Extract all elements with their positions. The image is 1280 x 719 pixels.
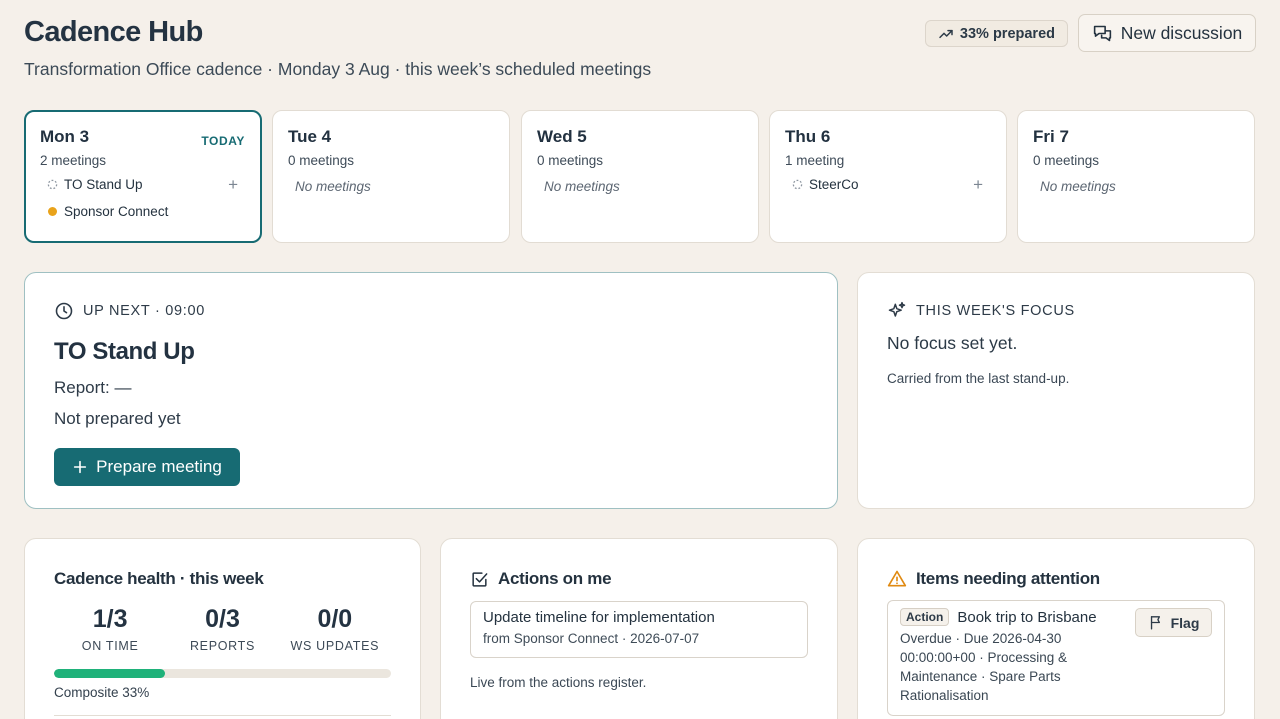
prepare-meeting-button[interactable]: Prepare meeting — [54, 448, 240, 486]
metric-label: REPORTS — [189, 639, 256, 653]
focus-sub: Carried from the last stand-up. — [887, 371, 1070, 386]
metric-on-time: 1/3 ON TIME — [54, 605, 166, 653]
meeting-title: Sponsor Connect — [64, 204, 169, 219]
day-card-tue[interactable]: Tue 4 0 meetings No meetings — [272, 110, 510, 243]
day-name: Tue 4 — [288, 127, 332, 146]
up-next-time: UP NEXT · 09:00 — [83, 303, 205, 319]
prepared-badge-label: 33% prepared — [959, 25, 1055, 42]
metric-label: WS UPDATES — [290, 639, 380, 653]
chat-bubbles-icon — [1093, 25, 1111, 41]
clock-icon — [55, 302, 73, 320]
attention-item-desc: Overdue · Due 2026-04-30 00:00:00+00 · P… — [900, 631, 1067, 703]
day-meeting-count: 0 meetings — [537, 153, 604, 168]
plus-icon — [74, 460, 87, 474]
day-meeting-count: 1 meeting — [785, 153, 845, 168]
metric-value: 1/3 — [92, 605, 128, 633]
no-meetings-text: No meetings — [544, 179, 620, 194]
prepared-badge: 33% prepared — [924, 20, 1068, 47]
up-next-card: UP NEXT · 09:00 TO Stand Up Report: — No… — [24, 272, 838, 509]
metric-ws-updates: 0/0 WS UPDATES — [279, 605, 391, 653]
today-tag: TODAY — [201, 134, 245, 148]
pending-icon — [46, 179, 58, 191]
attention-title: Items needing attention — [887, 569, 1225, 589]
metric-label: ON TIME — [81, 639, 139, 653]
action-title: Update timeline for implementation — [483, 609, 715, 626]
day-name: Thu 6 — [785, 127, 831, 146]
meeting-title: SteerCo — [809, 177, 859, 192]
checkbox-icon — [472, 571, 488, 587]
add-icon[interactable]: + — [228, 175, 238, 195]
item-type-chip: Action — [900, 608, 950, 626]
day-meeting-count: 0 meetings — [1033, 153, 1100, 168]
composite-label: Composite 33% — [54, 685, 150, 700]
meeting-title: TO Stand Up — [64, 177, 143, 192]
actions-title-text: Actions on me — [498, 569, 612, 588]
page-title: Cadence Hub — [24, 16, 203, 48]
flag-button[interactable]: Flag — [1135, 608, 1212, 637]
new-discussion-button[interactable]: New discussion — [1078, 14, 1256, 52]
composite-progress-fill — [54, 669, 166, 678]
cadence-health-card: Cadence health · this week 1/3 ON TIME 0… — [24, 538, 421, 719]
focus-label: THIS WEEK'S FOCUS — [887, 301, 1225, 321]
warning-icon — [887, 570, 907, 587]
flag-label: Flag — [1170, 614, 1200, 631]
page-header: Cadence Hub Transformation Office cadenc… — [24, 14, 1256, 84]
trending-up-icon — [939, 29, 953, 38]
divider — [54, 715, 391, 716]
pending-icon — [791, 179, 803, 191]
meeting-item[interactable]: SteerCo + — [791, 175, 991, 195]
actions-title: Actions on me — [470, 569, 808, 589]
flag-icon — [1150, 616, 1160, 630]
action-item[interactable]: Update timeline for implementation from … — [470, 601, 808, 658]
meeting-item[interactable]: Sponsor Connect — [46, 203, 246, 220]
up-next-label: UP NEXT · 09:00 — [54, 301, 808, 321]
day-name: Fri 7 — [1033, 127, 1069, 146]
prepare-meeting-label: Prepare meeting — [96, 457, 222, 476]
metric-value: 0/0 — [317, 605, 353, 633]
metric-reports: 0/3 REPORTS — [166, 605, 278, 653]
actions-footer: Live from the actions register. — [470, 675, 647, 690]
focus-label-text: THIS WEEK'S FOCUS — [916, 303, 1075, 319]
health-metrics: 1/3 ON TIME 0/3 REPORTS 0/0 WS UPDATES — [54, 605, 391, 653]
day-name: Wed 5 — [537, 127, 587, 146]
status-dot-icon — [46, 206, 58, 218]
week-days: Mon 3 TODAY 2 meetings TO Stand Up + Spo… — [24, 110, 1255, 243]
composite-progress-bar — [54, 669, 391, 678]
meeting-item[interactable]: TO Stand Up + — [46, 175, 246, 195]
report-status: Report: — — [54, 378, 132, 397]
attention-item-title: Book trip to Brisbane — [957, 608, 1097, 626]
weekly-focus-card: THIS WEEK'S FOCUS No focus set yet. Carr… — [857, 272, 1255, 509]
focus-text: No focus set yet. — [887, 333, 1018, 353]
no-meetings-text: No meetings — [1040, 179, 1116, 194]
up-next-title: TO Stand Up — [54, 338, 195, 365]
day-card-wed[interactable]: Wed 5 0 meetings No meetings — [521, 110, 759, 243]
sparkles-icon — [888, 301, 906, 317]
day-meeting-count: 0 meetings — [288, 153, 355, 168]
metric-value: 0/3 — [205, 605, 240, 633]
new-discussion-label: New discussion — [1120, 22, 1243, 43]
prepare-status: Not prepared yet — [54, 409, 181, 428]
attention-card: Items needing attention Action Book trip… — [857, 538, 1255, 719]
page-subtitle: Transformation Office cadence · Monday 3… — [24, 59, 652, 79]
attention-title-text: Items needing attention — [916, 569, 1100, 588]
day-card-mon[interactable]: Mon 3 TODAY 2 meetings TO Stand Up + Spo… — [24, 110, 262, 243]
attention-item[interactable]: Action Book trip to Brisbane Overdue · D… — [887, 600, 1225, 716]
action-source: from Sponsor Connect · 2026-07-07 — [483, 631, 700, 646]
no-meetings-text: No meetings — [295, 179, 371, 194]
day-meeting-count: 2 meetings — [40, 153, 107, 168]
health-title: Cadence health · this week — [54, 569, 264, 588]
actions-on-me-card: Actions on me Update timeline for implem… — [440, 538, 838, 719]
add-icon[interactable]: + — [973, 175, 983, 195]
day-card-fri[interactable]: Fri 7 0 meetings No meetings — [1017, 110, 1255, 243]
day-card-thu[interactable]: Thu 6 1 meeting SteerCo + — [769, 110, 1007, 243]
